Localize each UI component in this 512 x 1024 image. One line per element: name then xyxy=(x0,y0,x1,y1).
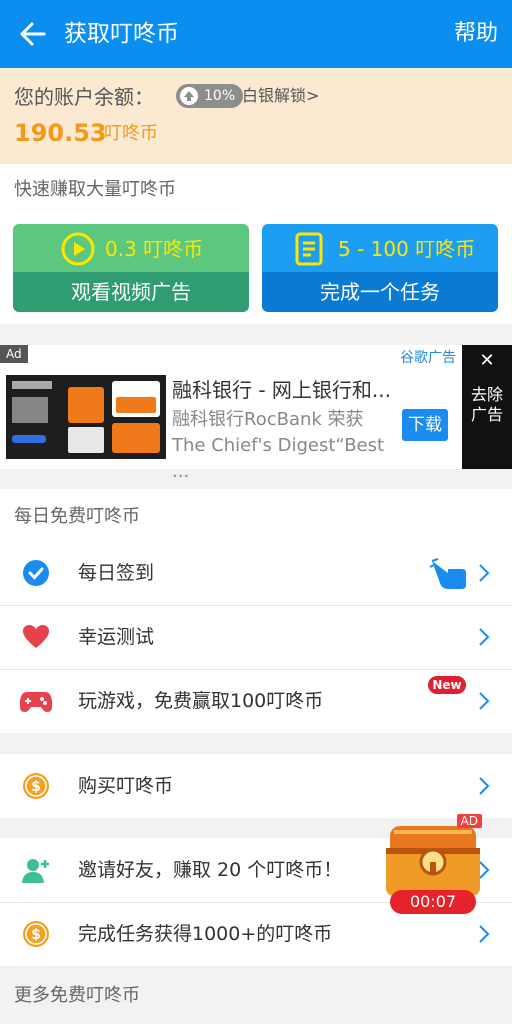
remove-ad-label-2: 广告 xyxy=(470,405,503,424)
list-item-lucky-test[interactable]: 幸运测试 xyxy=(0,605,512,669)
watch-video-button[interactable]: 0.3 叮咚币 观看视频广告 xyxy=(13,224,249,312)
new-badge: New xyxy=(428,676,466,694)
close-icon: ✕ xyxy=(479,350,495,371)
add-user-icon xyxy=(22,859,49,883)
badge-value: 10% xyxy=(204,88,236,104)
list-item-label: 每日签到 xyxy=(78,562,155,584)
svg-text:$: $ xyxy=(31,927,41,943)
ad-network-label: 谷歌广告 xyxy=(400,350,456,366)
coin-icon: $ xyxy=(23,921,49,947)
daily-header: 每日免费叮咚币 xyxy=(0,489,512,541)
gamepad-icon xyxy=(20,692,52,712)
balance-label: 您的账户余额： xyxy=(14,85,154,109)
ad-title: 融科银行 - 网上银行和... xyxy=(172,378,392,402)
coin-icon: $ xyxy=(23,773,49,799)
video-amount-bar: 0.3 叮咚币 xyxy=(13,224,249,272)
silver-unlock-link[interactable]: 白银解锁> xyxy=(242,84,319,108)
back-arrow-icon[interactable] xyxy=(18,18,48,50)
check-circle-icon xyxy=(23,560,49,586)
daily-free-section: 每日免费叮咚币 每日签到 幸运测试 玩游戏，免费赢取100叮咚币 xyxy=(0,489,512,733)
up-arrow-icon xyxy=(180,87,198,105)
balance-amount: 190.53 xyxy=(14,119,107,147)
complete-task-button[interactable]: 5 - 100 叮咚币 完成一个任务 xyxy=(262,224,498,312)
play-icon xyxy=(61,232,95,266)
heart-icon xyxy=(23,625,49,648)
svg-text:$: $ xyxy=(31,779,41,795)
ad-creative xyxy=(6,375,166,459)
video-label: 观看视频广告 xyxy=(13,272,249,312)
chevron-right-icon xyxy=(479,628,490,646)
daily-title: 每日免费叮咚币 xyxy=(14,506,140,527)
page-title: 获取叮咚币 xyxy=(64,21,179,47)
level-badge[interactable]: 10% xyxy=(176,84,244,108)
app-bar: 获取叮咚币 帮助 xyxy=(0,0,512,68)
ad-download-button[interactable]: 下载 xyxy=(402,409,448,441)
ad-banner[interactable]: Ad 谷歌广告 融科银行 - 网上银行和... 融科银行RocBank 荣获 T… xyxy=(0,345,512,482)
list-item-label: 购买叮咚币 xyxy=(78,775,174,797)
chevron-right-icon xyxy=(479,564,490,582)
ad-image[interactable] xyxy=(6,375,166,459)
task-label: 完成一个任务 xyxy=(262,272,498,312)
remove-ad-label-1: 去除 xyxy=(470,385,503,404)
list-item-daily-checkin[interactable]: 每日签到 xyxy=(0,541,512,605)
chest-ad-label: AD xyxy=(456,814,482,828)
list-item-buy-coins[interactable]: $ 购买叮咚币 xyxy=(0,754,512,818)
ad-description: 融科银行RocBank 荣获 The Chief's Digest“Best .… xyxy=(172,409,385,482)
list-item-label: 幸运测试 xyxy=(78,626,155,648)
buy-section: $ 购买叮咚币 xyxy=(0,754,512,818)
quick-earn-title: 快速赚取大量叮咚币 xyxy=(14,179,176,200)
quick-earn-section: 快速赚取大量叮咚币 0.3 叮咚币 观看视频广告 5 - 100 叮咚币 完成一… xyxy=(0,164,512,324)
more-title: 更多免费叮咚币 xyxy=(14,985,140,1006)
balance-unit: 叮咚币 xyxy=(104,123,158,144)
chevron-right-icon xyxy=(479,692,490,710)
remove-ad-button[interactable]: ✕ 去除 广告 xyxy=(462,345,512,469)
chest-timer: 00:07 xyxy=(390,890,476,914)
list-item-label: 邀请好友，赚取 20 个叮咚币！ xyxy=(78,859,343,881)
list-item-label: 玩游戏，免费赢取100叮咚币 xyxy=(78,690,324,712)
task-reward: 5 - 100 叮咚币 xyxy=(338,237,476,261)
task-list-icon xyxy=(295,232,323,266)
pointing-hand-icon xyxy=(429,558,466,589)
ad-tag: Ad xyxy=(0,345,28,363)
chevron-right-icon xyxy=(479,925,490,943)
list-item-label: 完成任务获得1000+的叮咚币 xyxy=(78,923,333,945)
more-header: 更多免费叮咚币 xyxy=(0,966,512,1024)
treasure-chest-ad[interactable]: AD 00:07 xyxy=(382,812,486,920)
help-button[interactable]: 帮助 xyxy=(454,18,498,50)
chevron-right-icon xyxy=(479,777,490,795)
task-amount-bar: 5 - 100 叮咚币 xyxy=(262,224,498,272)
balance-panel: 您的账户余额： xyxy=(0,68,512,164)
video-reward: 0.3 叮咚币 xyxy=(105,237,204,261)
